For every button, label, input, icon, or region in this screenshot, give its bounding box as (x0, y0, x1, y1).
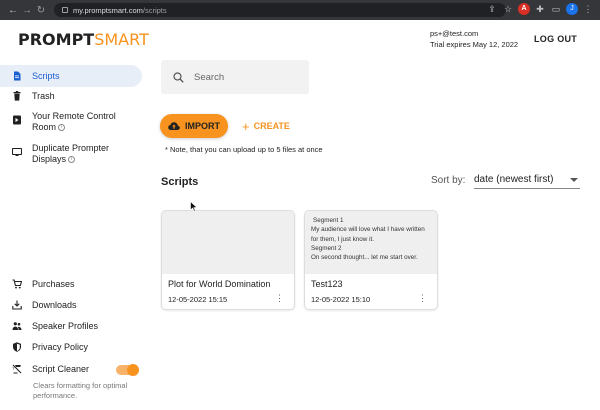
script-title: Test123 (311, 279, 343, 289)
reload-icon[interactable]: ↻ (34, 5, 48, 16)
remote-icon (13, 115, 21, 125)
more-options-icon[interactable]: ⋮ (275, 294, 284, 303)
sidebar-item-label: Trash (32, 91, 55, 101)
sort-select[interactable]: date (newest first) (474, 171, 580, 189)
script-date: 12-05-2022 15:15 (168, 295, 228, 304)
share-icon[interactable]: ⇪ (486, 3, 498, 15)
account-info: ps+@test.com Trial expires May 12, 2022 (430, 28, 518, 50)
preview-line: My audience will love what I have writte… (311, 226, 425, 243)
script-card-plot-for-world-domination[interactable]: Plot for World Domination 12-05-2022 15:… (161, 210, 295, 310)
sidepanel-icon[interactable]: ▭ (550, 3, 562, 15)
sidebar-item-label: Scripts (32, 70, 60, 81)
sidebar-item-label: Purchases (32, 279, 75, 289)
extension-icons: ⇪ ☆ A ✚ ▭ J ⋮ (486, 3, 594, 15)
people-icon (12, 322, 22, 330)
create-label: CREATE (253, 121, 290, 131)
sidebar-item-purchases[interactable]: Purchases (0, 279, 75, 290)
script-cleaner-toggle[interactable] (116, 364, 139, 376)
plus-icon: + (242, 118, 250, 134)
document-icon (14, 71, 21, 81)
sidebar-item-label: Duplicate Prompter Displays i (32, 143, 110, 164)
info-icon[interactable]: i (68, 156, 76, 164)
sidebar-item-trash[interactable]: Trash (0, 91, 55, 102)
mouse-cursor-icon (190, 201, 198, 212)
sidebar-item-label: Speaker Profiles (32, 321, 99, 331)
cloud-upload-icon (168, 122, 180, 130)
search-box[interactable] (161, 60, 309, 94)
sidebar-item-label: Downloads (32, 300, 77, 310)
sidebar-item-remote-control-room[interactable]: Your Remote Control Room i (0, 111, 130, 133)
script-card-test123[interactable]: Segment 1 My audience will love what I h… (304, 210, 438, 310)
script-preview: Segment 1 My audience will love what I h… (305, 211, 437, 274)
trash-icon (13, 91, 21, 101)
menu-icon[interactable]: ⋮ (582, 3, 594, 15)
shield-icon (13, 342, 21, 352)
script-date: 12-05-2022 15:10 (311, 295, 371, 304)
url-text: my.promptsmart.com/scripts (73, 5, 167, 15)
profile-avatar[interactable]: J (566, 3, 578, 15)
preview-line: Segment 2 (311, 244, 342, 252)
sidebar-item-label: Privacy Policy (32, 342, 89, 352)
search-icon (173, 71, 184, 83)
extension-icon[interactable]: A (518, 3, 530, 15)
browser-toolbar: ← → ↻ my.promptsmart.com/scripts ⇪ ☆ A ✚… (0, 0, 600, 20)
script-cleaner-description: Clears formatting for optimal performanc… (33, 381, 128, 400)
lock-icon (62, 7, 68, 13)
user-email: ps+@test.com (430, 29, 479, 38)
cleaner-icon: T (12, 364, 22, 374)
sidebar-item-downloads[interactable]: Downloads (0, 300, 77, 311)
upload-note: * Note, that you can upload up to 5 file… (165, 145, 323, 154)
sort-value: date (newest first) (474, 174, 554, 185)
sidebar-item-script-cleaner: T Script Cleaner (0, 364, 89, 375)
download-icon (12, 300, 22, 310)
logo-text-prompt: PROMPT (18, 30, 95, 49)
sidebar-item-label: Your Remote Control Room i (32, 111, 116, 132)
puzzle-icon[interactable]: ✚ (534, 3, 546, 15)
back-icon[interactable]: ← (6, 5, 20, 16)
search-input[interactable] (194, 71, 294, 83)
info-icon[interactable]: i (58, 124, 66, 132)
forward-icon[interactable]: → (20, 5, 34, 16)
preview-line: Segment 1 (313, 217, 344, 224)
sidebar-item-scripts[interactable]: Scripts (0, 65, 142, 87)
create-button[interactable]: + CREATE (242, 118, 290, 134)
script-preview (162, 211, 294, 274)
promptsmart-logo[interactable]: PROMPT SMART (18, 30, 149, 49)
trial-status: Trial expires May 12, 2022 (430, 40, 519, 49)
address-bar[interactable]: my.promptsmart.com/scripts (54, 3, 506, 17)
more-options-icon[interactable]: ⋮ (418, 294, 427, 303)
logo-text-smart: SMART (94, 30, 149, 49)
logout-button[interactable]: LOG OUT (534, 34, 577, 44)
sidebar-item-privacy-policy[interactable]: Privacy Policy (0, 342, 88, 353)
dropdown-arrow-icon (570, 177, 578, 182)
scripts-heading: Scripts (161, 176, 199, 188)
sidebar-item-speaker-profiles[interactable]: Speaker Profiles (0, 321, 98, 332)
sort-label: Sort by: (431, 175, 466, 186)
preview-line: On second thought... let me start over. (311, 254, 418, 262)
star-icon[interactable]: ☆ (502, 3, 514, 15)
sidebar-item-duplicate-prompter-displays[interactable]: Duplicate Prompter Displays i (0, 143, 130, 165)
script-title: Plot for World Domination (168, 279, 271, 289)
sidebar-item-label: Script Cleaner (32, 364, 90, 374)
toggle-knob (127, 364, 139, 376)
cart-icon (12, 279, 22, 289)
import-label: IMPORT (185, 121, 220, 131)
monitor-icon (12, 147, 22, 156)
import-button[interactable]: IMPORT (160, 114, 228, 138)
